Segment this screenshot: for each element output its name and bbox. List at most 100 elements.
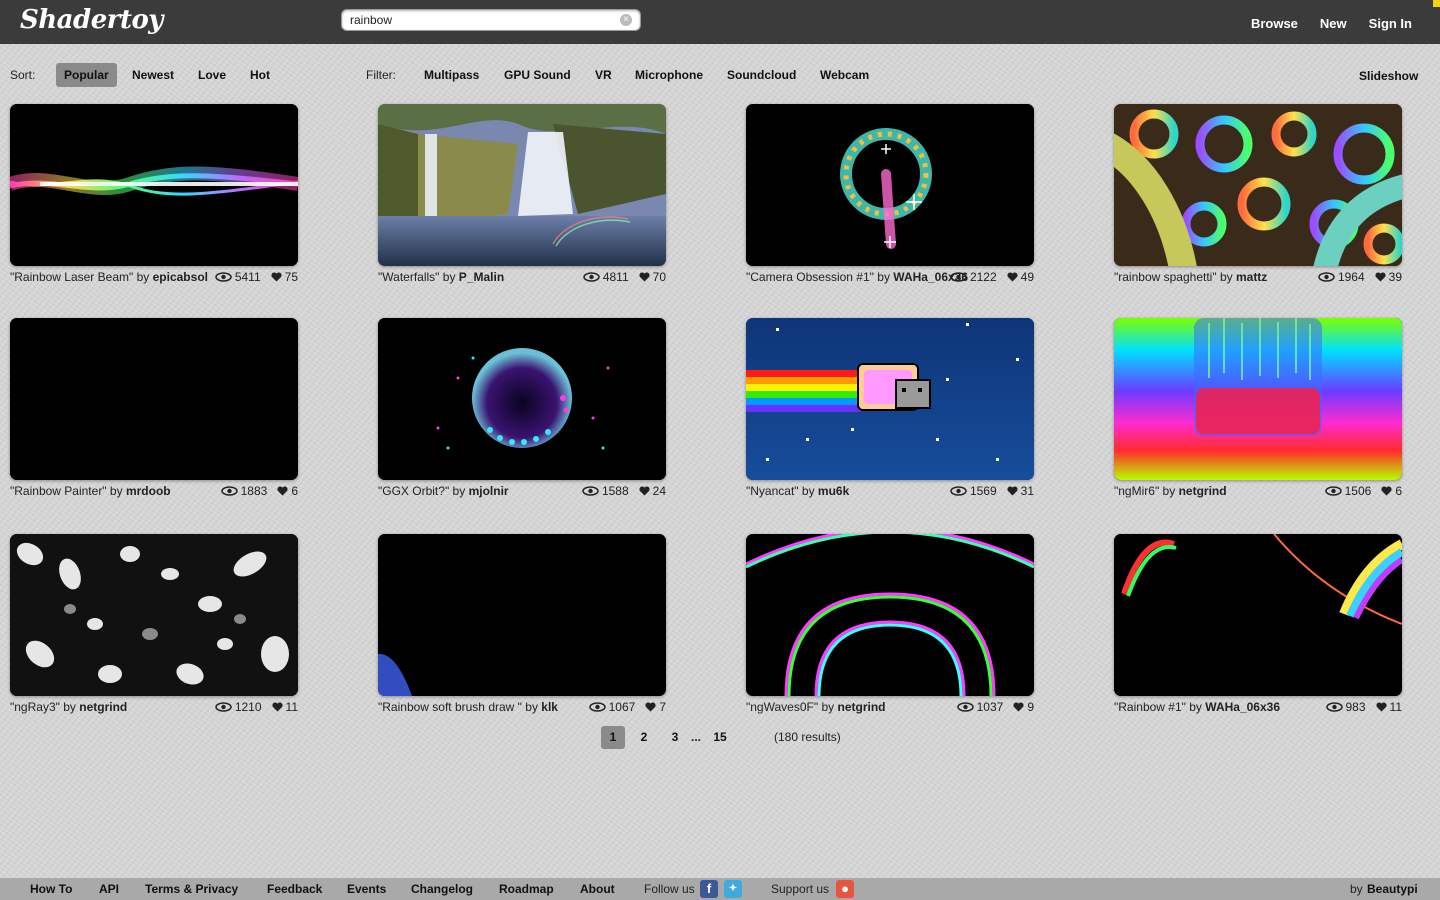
shader-thumbnail[interactable] bbox=[10, 318, 298, 480]
sign-in-link[interactable]: Sign In bbox=[1369, 16, 1412, 31]
clear-icon[interactable]: × bbox=[620, 14, 632, 26]
filter-microphone[interactable]: Microphone bbox=[627, 63, 711, 87]
shader-thumbnail[interactable] bbox=[746, 318, 1034, 480]
shader-card[interactable]: "Camera Obsession #1" by WAHa_06x36 2122… bbox=[746, 104, 1034, 290]
shader-thumbnail[interactable] bbox=[746, 534, 1034, 696]
shader-author[interactable]: netgrind bbox=[1179, 484, 1227, 498]
shader-title[interactable]: "Nyancat" bbox=[746, 484, 799, 498]
heart-icon bbox=[639, 272, 650, 282]
shader-title[interactable]: "Rainbow Laser Beam" bbox=[10, 270, 133, 284]
shader-card[interactable]: "ngRay3" by netgrind 1210 11 bbox=[10, 534, 298, 720]
shader-card[interactable]: "Rainbow Painter" by mrdoob 1883 6 bbox=[10, 318, 298, 504]
shader-author[interactable]: P_Malin bbox=[459, 270, 504, 284]
like-count: 6 bbox=[1395, 484, 1402, 498]
shader-thumbnail[interactable] bbox=[1114, 104, 1402, 266]
footer-api[interactable]: API bbox=[99, 882, 119, 896]
shader-author[interactable]: mjolnir bbox=[469, 484, 509, 498]
shader-author[interactable]: mu6k bbox=[818, 484, 849, 498]
shader-card[interactable]: "Nyancat" by mu6k 1569 31 bbox=[746, 318, 1034, 504]
shader-stats: 5411 75 bbox=[215, 269, 298, 285]
shader-thumbnail[interactable] bbox=[10, 104, 298, 266]
shader-card[interactable]: "GGX Orbit?" by mjolnir 1588 24 bbox=[378, 318, 666, 504]
new-link[interactable]: New bbox=[1320, 16, 1347, 31]
page-1[interactable]: 1 bbox=[601, 726, 625, 749]
footer-changelog[interactable]: Changelog bbox=[411, 882, 473, 896]
view-count: 1569 bbox=[969, 484, 997, 498]
sort-hot[interactable]: Hot bbox=[242, 63, 278, 87]
shader-thumbnail[interactable] bbox=[1114, 534, 1402, 696]
shader-title[interactable]: "rainbow spaghetti" bbox=[1114, 270, 1217, 284]
slideshow-link[interactable]: Slideshow bbox=[1351, 64, 1426, 88]
sort-popular[interactable]: Popular bbox=[56, 63, 117, 87]
filter-gpu-sound[interactable]: GPU Sound bbox=[496, 63, 579, 87]
shader-author[interactable]: epicabsol bbox=[153, 270, 208, 284]
shader-title[interactable]: "ngRay3" bbox=[10, 700, 60, 714]
shader-stats: 1883 6 bbox=[220, 483, 298, 499]
shader-title[interactable]: "ngMir6" bbox=[1114, 484, 1159, 498]
view-count: 983 bbox=[1345, 700, 1366, 714]
shader-thumbnail[interactable] bbox=[1114, 318, 1402, 480]
footer-events[interactable]: Events bbox=[347, 882, 386, 896]
shader-card[interactable]: "rainbow spaghetti" by mattz 1964 39 bbox=[1114, 104, 1402, 290]
footer-about[interactable]: About bbox=[580, 882, 615, 896]
shader-thumbnail[interactable] bbox=[10, 534, 298, 696]
facebook-icon[interactable]: f bbox=[700, 880, 718, 898]
footer-feedback[interactable]: Feedback bbox=[267, 882, 322, 896]
search-box[interactable]: × bbox=[341, 9, 641, 31]
shader-stats: 1037 9 bbox=[956, 699, 1034, 715]
eye-icon bbox=[1324, 486, 1342, 496]
shadertoy-logo[interactable]: Shadertoy bbox=[20, 5, 163, 35]
shader-author[interactable]: WAHa_06x36 bbox=[1205, 700, 1280, 714]
shader-title[interactable]: "Rainbow #1" bbox=[1114, 700, 1186, 714]
by-label: by bbox=[1189, 700, 1202, 714]
page-3[interactable]: 3 bbox=[663, 726, 687, 749]
shader-thumbnail[interactable] bbox=[378, 104, 666, 266]
shader-title[interactable]: "Rainbow Painter" bbox=[10, 484, 107, 498]
shader-card[interactable]: "Rainbow Laser Beam" by epicabsol 5411 7… bbox=[10, 104, 298, 290]
shader-card[interactable]: "ngWaves0F" by netgrind 1037 9 bbox=[746, 534, 1034, 720]
sort-label: Sort: bbox=[10, 68, 36, 82]
filter-vr[interactable]: VR bbox=[587, 63, 620, 87]
search-input[interactable] bbox=[350, 12, 618, 28]
filter-soundcloud[interactable]: Soundcloud bbox=[719, 63, 804, 87]
shader-title[interactable]: "Waterfalls" bbox=[378, 270, 439, 284]
shader-title[interactable]: "Rainbow soft brush draw " bbox=[378, 700, 522, 714]
shader-card[interactable]: "Waterfalls" by P_Malin 4811 70 bbox=[378, 104, 666, 290]
eye-icon bbox=[950, 486, 967, 496]
shader-title[interactable]: "ngWaves0F" bbox=[746, 700, 818, 714]
browse-link[interactable]: Browse bbox=[1251, 16, 1298, 31]
shader-card[interactable]: "Rainbow #1" by WAHa_06x36 983 11 bbox=[1114, 534, 1402, 720]
shader-title[interactable]: "GGX Orbit?" bbox=[378, 484, 449, 498]
footer-how-to[interactable]: How To bbox=[30, 882, 72, 896]
sort-love[interactable]: Love bbox=[190, 63, 234, 87]
patreon-icon[interactable]: ● bbox=[836, 880, 854, 898]
by-label: by bbox=[136, 270, 150, 284]
shader-thumbnail[interactable] bbox=[378, 534, 666, 696]
shader-thumbnail[interactable] bbox=[746, 104, 1034, 266]
shader-stats: 1588 24 bbox=[582, 483, 666, 499]
filter-webcam[interactable]: Webcam bbox=[812, 63, 877, 87]
footer: How To API Terms & Privacy Feedback Even… bbox=[0, 878, 1440, 900]
shader-author[interactable]: mattz bbox=[1236, 270, 1267, 284]
shader-title[interactable]: "Camera Obsession #1" bbox=[746, 270, 874, 284]
shader-author[interactable]: mrdoob bbox=[126, 484, 171, 498]
page-15[interactable]: 15 bbox=[708, 726, 732, 749]
shader-author[interactable]: klk bbox=[541, 700, 558, 714]
shader-thumbnail[interactable] bbox=[378, 318, 666, 480]
twitter-icon[interactable]: ✦ bbox=[724, 880, 742, 898]
footer-roadmap[interactable]: Roadmap bbox=[499, 882, 554, 896]
heart-icon bbox=[1007, 272, 1018, 282]
shader-card[interactable]: "Rainbow soft brush draw " by klk 1067 7 bbox=[378, 534, 666, 720]
credit-beautypi[interactable]: Beautypi bbox=[1367, 882, 1418, 896]
footer-terms[interactable]: Terms & Privacy bbox=[145, 882, 238, 896]
shader-stats: 1569 31 bbox=[950, 483, 1034, 499]
shader-author[interactable]: netgrind bbox=[79, 700, 127, 714]
page-2[interactable]: 2 bbox=[632, 726, 656, 749]
filter-multipass[interactable]: Multipass bbox=[416, 63, 487, 87]
shader-author[interactable]: netgrind bbox=[837, 700, 885, 714]
ngmir6-preview bbox=[1114, 318, 1402, 480]
shader-card[interactable]: "ngMir6" by netgrind 1506 6 bbox=[1114, 318, 1402, 504]
view-count: 1883 bbox=[240, 484, 268, 498]
like-count: 9 bbox=[1027, 700, 1034, 714]
sort-newest[interactable]: Newest bbox=[124, 63, 182, 87]
